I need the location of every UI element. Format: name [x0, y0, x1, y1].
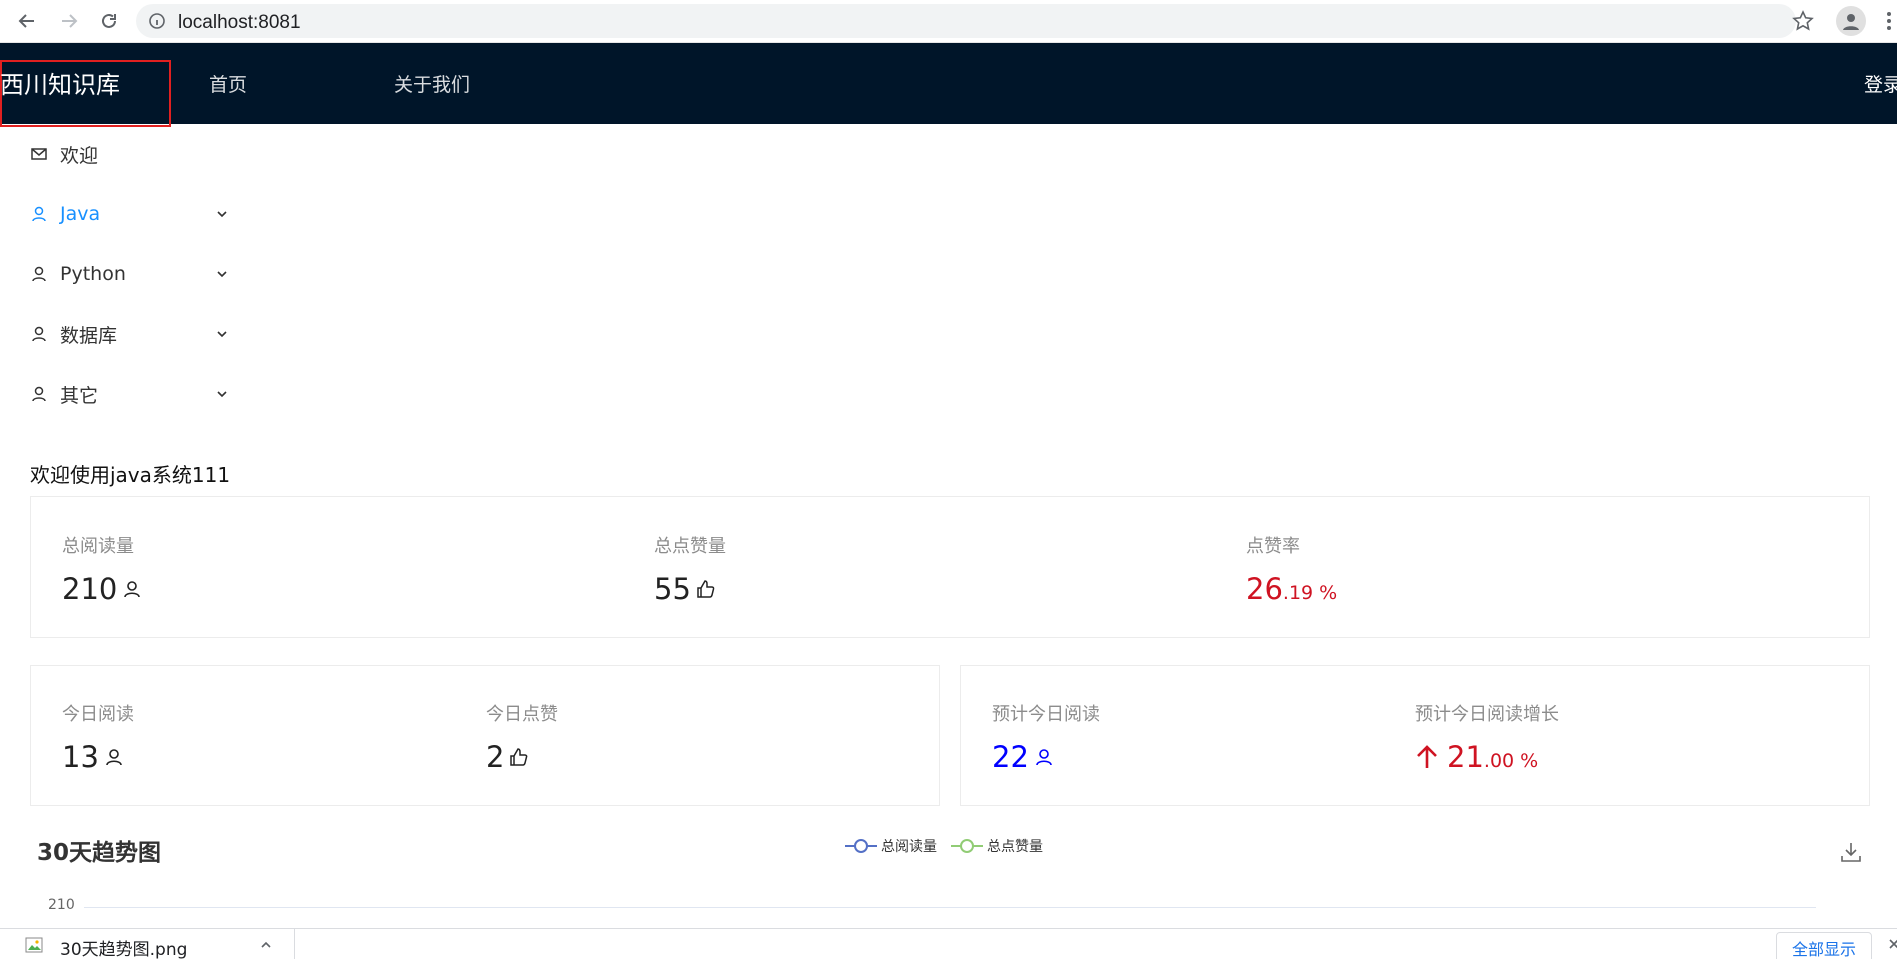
stat-number-dec: .19 % — [1282, 582, 1338, 604]
user-icon — [32, 206, 46, 222]
chevron-down-icon[interactable] — [215, 207, 229, 221]
bookmark-star-icon[interactable] — [1790, 8, 1816, 34]
stat-title: 今日点赞 — [486, 704, 558, 725]
browser-toolbar: localhost:8081 — [0, 0, 1897, 43]
stat-number: 55 — [654, 572, 691, 606]
login-link[interactable]: 登录 — [1864, 70, 1897, 97]
stat-value: 2 — [486, 740, 558, 774]
legend-swatch — [845, 839, 877, 853]
chevron-up-icon[interactable] — [259, 938, 273, 952]
stat-total-like: 总点赞量 55 — [654, 532, 726, 606]
user-icon — [32, 266, 46, 282]
show-all-button[interactable]: 全部显示 — [1776, 932, 1872, 959]
stat-number: 2 — [486, 740, 505, 774]
sidebar-item-java[interactable]: Java — [0, 194, 240, 234]
chevron-down-icon[interactable] — [215, 327, 229, 341]
like-icon — [510, 748, 528, 766]
sidebar-item-label: Python — [60, 263, 126, 285]
stat-number: 22 — [992, 740, 1029, 774]
legend-label: 总点赞量 — [987, 839, 1043, 855]
grid-line — [84, 907, 1816, 908]
image-file-icon — [25, 937, 43, 953]
app-header: 西川知识库 首页 关于我们 登录 — [0, 43, 1897, 127]
stat-forecast-read: 预计今日阅读 22 — [992, 700, 1100, 774]
stats-card-today: 今日阅读 13 今日点赞 2 — [30, 665, 940, 806]
stat-title: 点赞率 — [1246, 536, 1300, 557]
arrow-left-icon — [18, 14, 34, 28]
reload-icon — [102, 13, 116, 28]
nav-item-about[interactable]: 关于我们 — [394, 70, 470, 97]
stat-number: 210 — [62, 572, 118, 606]
sidebar-item-label: 其它 — [60, 384, 99, 407]
stat-title: 总点赞量 — [654, 536, 726, 557]
download-shelf: 30天趋势图.png 全部显示 — [0, 928, 1897, 959]
close-icon[interactable] — [1888, 936, 1897, 952]
stat-number: 13 — [62, 740, 99, 774]
download-file-name[interactable]: 30天趋势图.png — [60, 935, 187, 959]
sidebar-item-python[interactable]: Python — [0, 254, 240, 294]
stat-value: 21.00 % — [1415, 740, 1559, 774]
sidebar-item-welcome[interactable]: 欢迎 — [0, 134, 240, 174]
welcome-title: 欢迎使用java系统111 — [30, 463, 231, 487]
stat-total-read: 总阅读量 210 — [62, 532, 142, 606]
stat-value: 55 — [654, 572, 726, 606]
back-button[interactable] — [14, 8, 40, 34]
user-icon — [1036, 749, 1052, 766]
arrow-up-icon — [1417, 745, 1437, 768]
address-bar[interactable]: localhost:8081 — [136, 4, 1796, 38]
stat-title: 总阅读量 — [62, 536, 134, 557]
info-icon[interactable] — [148, 12, 166, 30]
sidebar-item-label: 数据库 — [60, 324, 118, 347]
sidebar-item-other[interactable]: 其它 — [0, 374, 240, 414]
reload-button[interactable] — [96, 8, 122, 34]
chevron-down-icon[interactable] — [215, 267, 229, 281]
stat-today-read: 今日阅读 13 — [62, 700, 134, 774]
sidebar-item-database[interactable]: 数据库 — [0, 314, 240, 354]
stat-number-int: 21 — [1447, 740, 1484, 774]
chevron-down-icon[interactable] — [215, 387, 229, 401]
logo-text[interactable]: 西川知识库 — [0, 65, 120, 100]
stats-card-forecast: 预计今日阅读 22 预计今日阅读增长 21.00 % — [960, 665, 1870, 806]
stat-value: 13 — [62, 740, 134, 774]
mail-icon — [31, 148, 47, 160]
download-icon[interactable] — [1840, 841, 1862, 863]
sidebar-item-label: Java — [60, 203, 101, 225]
stat-number-int: 26 — [1246, 572, 1283, 606]
stat-title: 今日阅读 — [62, 704, 134, 725]
legend-label: 总阅读量 — [881, 839, 937, 855]
arrow-right-icon — [62, 14, 78, 28]
profile-button[interactable] — [1836, 6, 1866, 36]
stat-number-dec: .00 % — [1483, 750, 1539, 772]
nav-item-home[interactable]: 首页 — [209, 70, 247, 97]
user-icon — [106, 749, 122, 766]
y-axis-tick-label: 210 — [48, 897, 75, 913]
user-icon — [32, 326, 46, 342]
user-icon — [124, 581, 141, 598]
stats-card-total: 总阅读量 210 总点赞量 55 点赞率 26.19 % — [30, 496, 1870, 638]
stat-title: 预计今日阅读 — [992, 704, 1100, 725]
user-icon — [32, 386, 46, 402]
legend-item-total-like[interactable]: 总点赞量 — [951, 836, 1043, 856]
chart-title: 30天趋势图 — [37, 840, 162, 866]
more-vert-icon[interactable] — [1882, 8, 1897, 34]
forward-button[interactable] — [56, 8, 82, 34]
legend-item-total-read[interactable]: 总阅读量 — [845, 836, 937, 856]
divider — [294, 929, 295, 959]
sidebar-item-label: 欢迎 — [60, 144, 99, 167]
like-icon — [697, 580, 715, 598]
stat-title: 预计今日阅读增长 — [1415, 704, 1559, 725]
stat-value: 210 — [62, 572, 142, 606]
side-menu: 欢迎 Java Python 数据库 其它 — [0, 124, 240, 424]
stat-value: 26.19 % — [1246, 572, 1337, 606]
stat-value: 22 — [992, 740, 1100, 774]
chart-legend: 总阅读量 总点赞量 — [845, 836, 1057, 856]
legend-swatch — [951, 839, 983, 853]
avatar-icon — [1843, 14, 1859, 30]
url-text[interactable]: localhost:8081 — [178, 12, 301, 34]
stat-today-like: 今日点赞 2 — [486, 700, 558, 774]
stat-forecast-growth: 预计今日阅读增长 21.00 % — [1415, 700, 1559, 774]
stat-like-rate: 点赞率 26.19 % — [1246, 532, 1337, 606]
